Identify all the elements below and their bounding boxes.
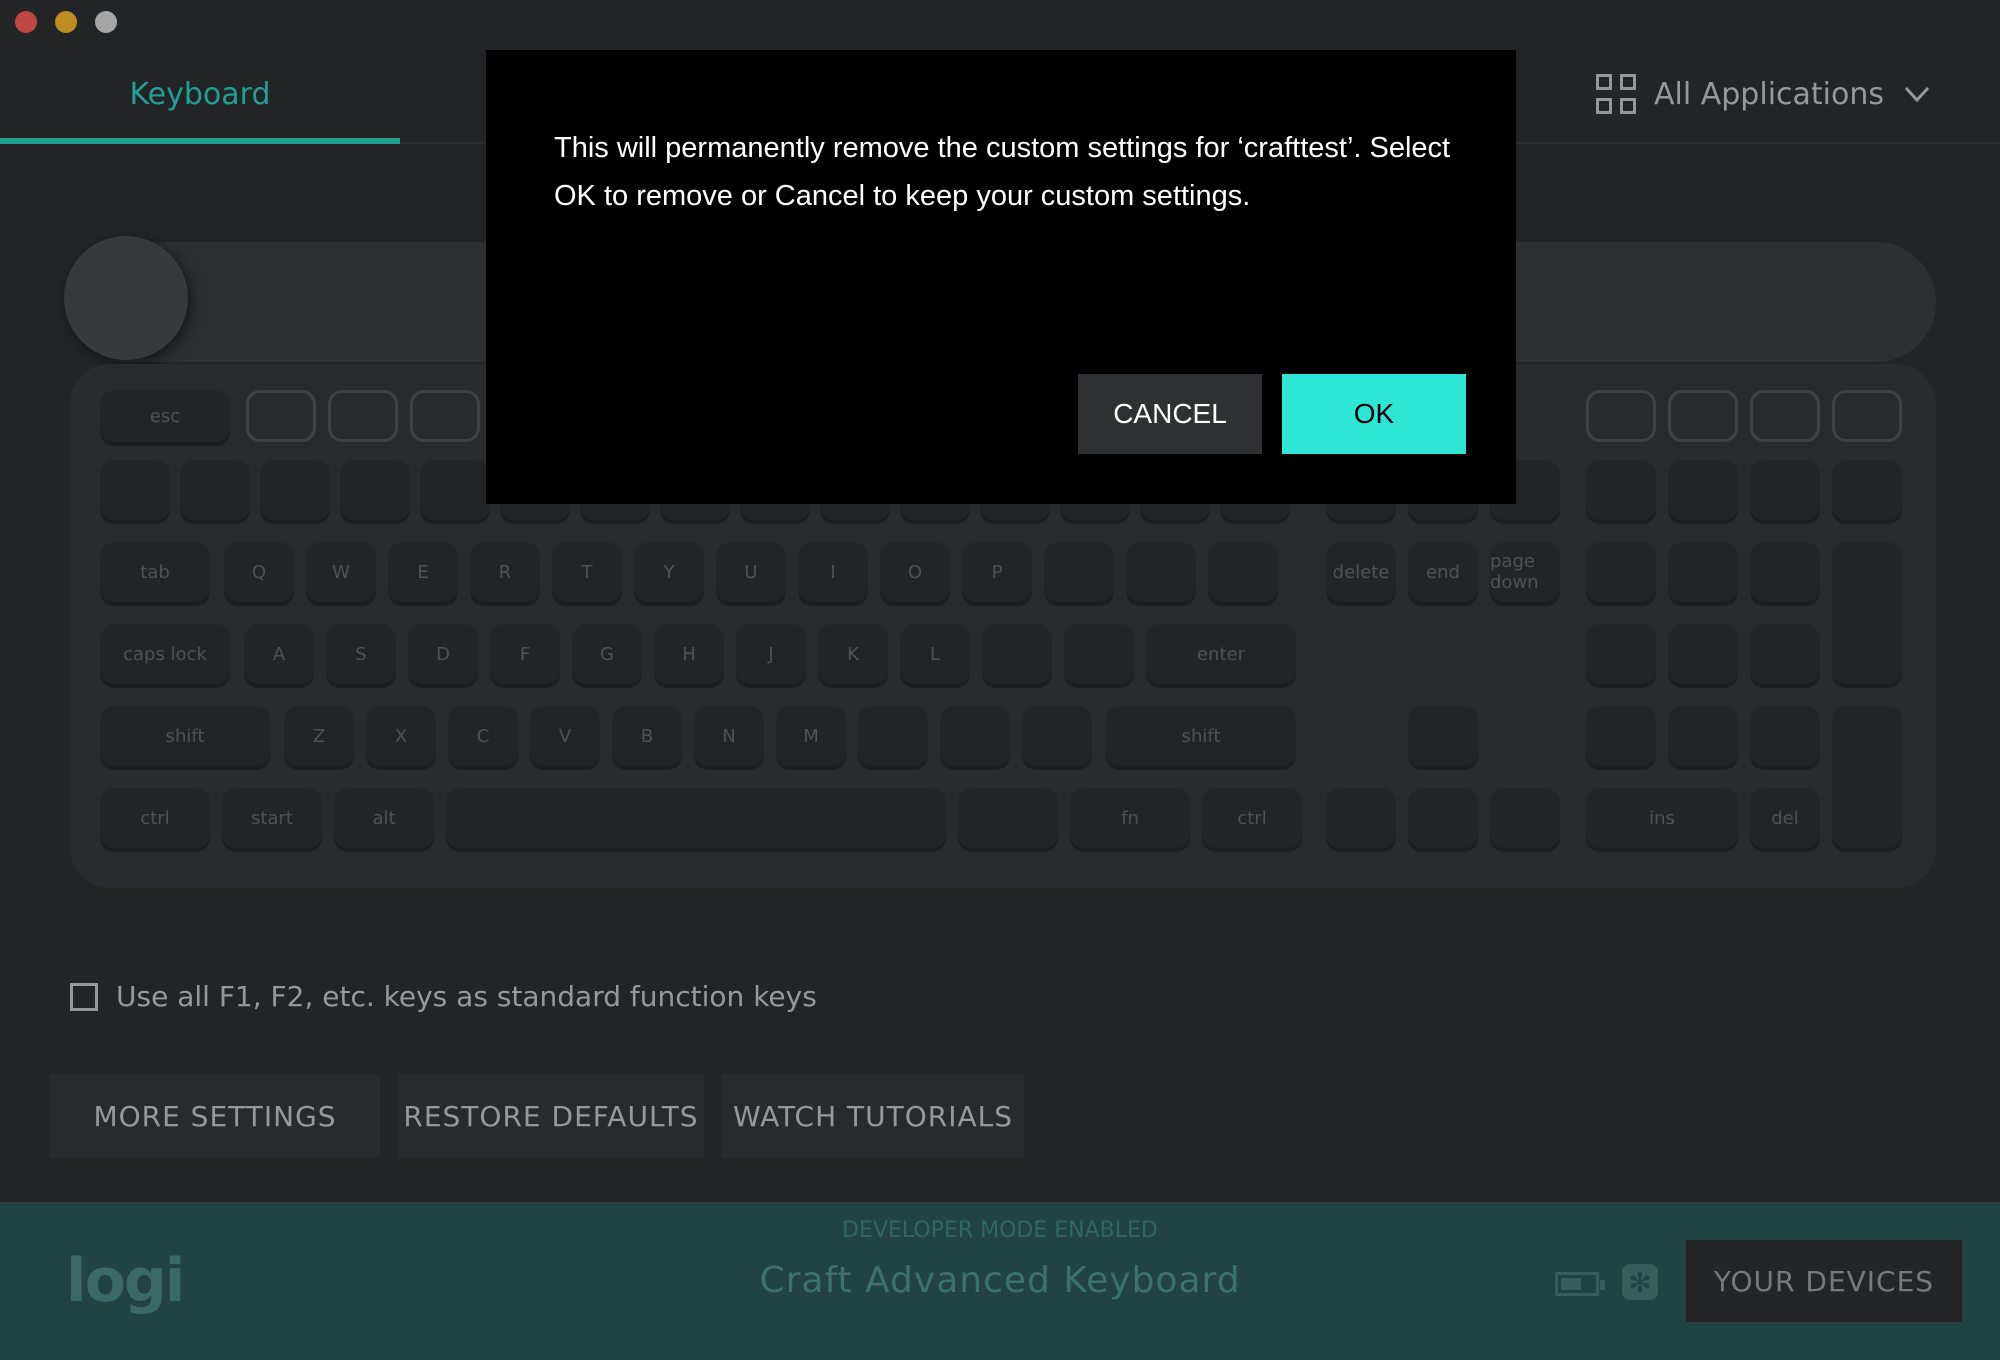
cancel-button[interactable]: CANCEL <box>1078 374 1262 454</box>
dialog-message: This will permanently remove the custom … <box>554 132 1451 212</box>
confirm-remove-dialog: This will permanently remove the custom … <box>486 50 1516 504</box>
ok-button[interactable]: OK <box>1282 374 1466 454</box>
